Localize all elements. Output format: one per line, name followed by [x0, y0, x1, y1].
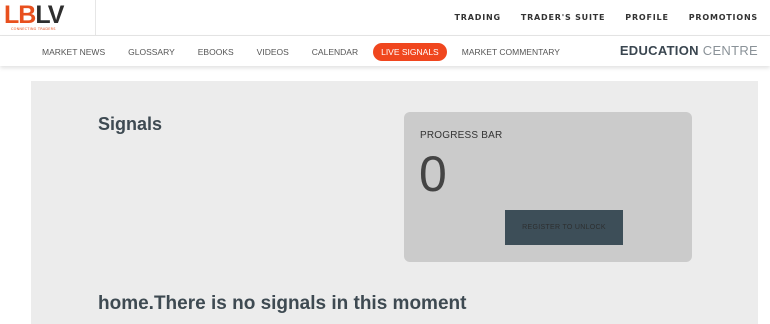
logo-lb: LB — [4, 1, 36, 29]
sub-nav-live-signals[interactable]: LIVE SIGNALS — [373, 43, 447, 61]
sub-nav-market-commentary[interactable]: MARKET COMMENTARY — [462, 47, 560, 57]
education-centre-bold: EDUCATION — [619, 43, 699, 58]
education-sub-nav: MARKET NEWS GLOSSARY EBOOKS VIDEOS CALEN… — [0, 36, 770, 66]
top-nav-promotions[interactable]: PROMOTIONS — [689, 13, 758, 22]
sub-nav-items: MARKET NEWS GLOSSARY EBOOKS VIDEOS CALEN… — [42, 43, 583, 61]
sub-nav-glossary[interactable]: GLOSSARY — [128, 47, 175, 57]
sub-nav-videos[interactable]: VIDEOS — [257, 47, 289, 57]
sub-nav-ebooks[interactable]: EBOOKS — [198, 47, 234, 57]
education-centre-light: CENTRE — [702, 43, 758, 58]
progress-label: PROGRESS BAR — [420, 130, 503, 141]
top-nav-traders-suite[interactable]: TRADER'S SUITE — [521, 13, 605, 22]
top-nav-profile[interactable]: PROFILE — [625, 13, 668, 22]
top-bar: LB LV CONNECTING TRADERS TRADING TRADER'S… — [0, 0, 770, 36]
logo-container[interactable]: LB LV CONNECTING TRADERS — [0, 0, 96, 36]
empty-signals-message: home.There is no signals in this moment — [98, 293, 467, 314]
progress-value: 0 — [419, 146, 447, 202]
education-centre-title[interactable]: EDUCATION CENTRE — [620, 43, 758, 58]
sub-nav-calendar[interactable]: CALENDAR — [312, 47, 358, 57]
top-nav-trading[interactable]: TRADING — [455, 13, 501, 22]
progress-card: PROGRESS BAR 0 REGISTER TO UNLOCK — [404, 112, 692, 262]
lblv-logo[interactable]: LB LV — [4, 1, 64, 29]
register-to-unlock-button[interactable]: REGISTER TO UNLOCK — [505, 210, 623, 245]
signals-panel: Signals PROGRESS BAR 0 REGISTER TO UNLOC… — [31, 81, 758, 324]
logo-lv: LV — [35, 1, 64, 29]
sub-nav-market-news[interactable]: MARKET NEWS — [42, 47, 105, 57]
top-nav: TRADING TRADER'S SUITE PROFILE PROMOTION… — [435, 0, 758, 34]
logo-tagline: CONNECTING TRADERS — [11, 27, 56, 31]
page-title: Signals — [98, 114, 163, 134]
